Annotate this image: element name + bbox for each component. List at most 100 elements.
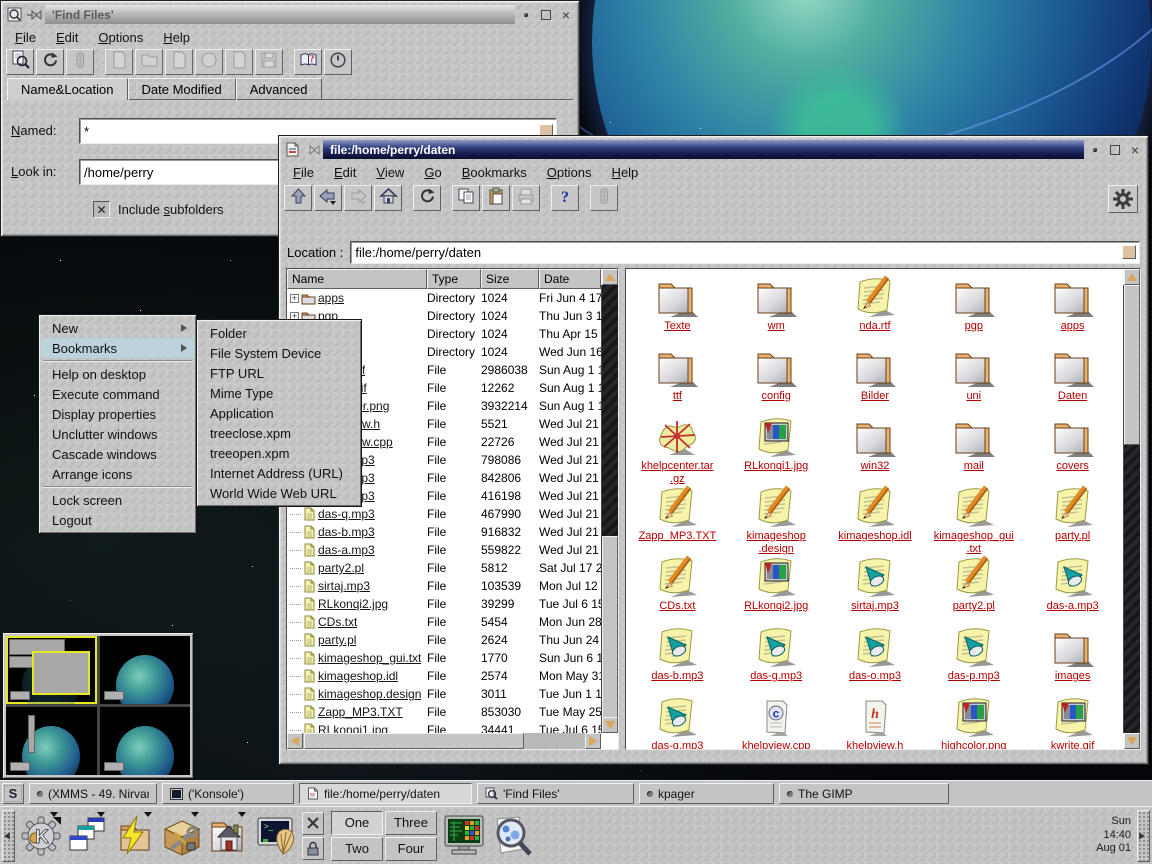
icon-cell[interactable]: kimageshop.idl [826, 483, 925, 553]
column-header-type[interactable]: Type [427, 269, 481, 289]
file-name-link[interactable]: das-a.mp3 [318, 543, 375, 557]
tree-scroll-thumb[interactable] [602, 536, 618, 733]
help-button[interactable]: ? [551, 185, 579, 211]
tab-date-modified[interactable]: Date Modified [128, 78, 236, 100]
icon-cell[interactable]: Zapp_MP3.TXT [628, 483, 727, 553]
table-row[interactable]: RLkonqi1.jpgFile34441Tue Jul 6 15: [287, 721, 601, 733]
utilities-button[interactable] [158, 811, 205, 861]
kpager-window[interactable] [2, 632, 194, 779]
taskbar-item[interactable]: kpager [639, 783, 774, 804]
icon-label[interactable]: wm [768, 320, 785, 333]
file-name-link[interactable]: RLkonqi1.jpg [318, 723, 388, 733]
context-menu-item-new[interactable]: New [41, 318, 194, 338]
table-row[interactable]: kimageshop.idlFile2574Mon May 31 1 [287, 667, 601, 685]
icon-cell[interactable]: party.pl [1023, 483, 1122, 553]
doc-button[interactable] [105, 49, 133, 75]
icons-vertical-scrollbar[interactable] [1123, 285, 1140, 733]
close-button[interactable]: × [1126, 141, 1144, 158]
doc2-button[interactable] [165, 49, 193, 75]
icon-label[interactable]: khelpview.h [847, 740, 904, 750]
menu-help[interactable]: Help [153, 28, 200, 47]
context-menu-item-bookmarks[interactable]: Bookmarks [41, 338, 194, 358]
table-row[interactable]: sirtaj.mp3File103539Mon Jul 12 16 [287, 577, 601, 595]
system-monitor-button[interactable] [441, 811, 488, 861]
icon-label[interactable]: party2.pl [953, 600, 995, 613]
maximize-button[interactable] [1106, 141, 1124, 158]
pager-desktop-2[interactable] [100, 636, 191, 704]
icon-cell[interactable]: covers [1023, 413, 1122, 483]
icon-label[interactable]: das-o.mp3 [849, 670, 901, 683]
file-name-link[interactable]: Zapp_MP3.TXT [318, 705, 403, 719]
icon-label[interactable]: Texte [664, 320, 690, 333]
icon-label[interactable]: config [762, 390, 791, 403]
table-row[interactable]: CDs.txtFile5454Mon Jun 28 2 [287, 613, 601, 631]
location-combo-button[interactable] [1122, 245, 1136, 259]
circle-button[interactable] [195, 49, 223, 75]
column-header-name[interactable]: Name [287, 269, 427, 289]
icon-cell[interactable]: win32 [826, 413, 925, 483]
info-button[interactable] [324, 49, 352, 75]
home-button[interactable] [205, 811, 252, 861]
find-file-button[interactable] [6, 49, 34, 75]
location-input[interactable] [351, 242, 1122, 263]
icon-label[interactable]: RLkonqi2.jpg [744, 600, 808, 613]
icon-cell[interactable]: ckhelpview.cpp [727, 693, 826, 750]
taskbar-start-button[interactable]: S [2, 783, 24, 804]
icon-label[interactable]: das-g.mp3 [750, 670, 802, 683]
icon-label[interactable]: images [1055, 670, 1090, 683]
icon-label[interactable]: RLkonqi1.jpg [744, 460, 808, 473]
icon-cell[interactable]: das-a.mp3 [1023, 553, 1122, 623]
icon-cell[interactable]: das-b.mp3 [628, 623, 727, 693]
icon-cell[interactable]: kwrite.gif [1023, 693, 1122, 750]
x-tool-button[interactable] [302, 812, 324, 835]
icon-label[interactable]: nda.rtf [859, 320, 890, 333]
taskbar-item[interactable]: file:/home/perry/daten [299, 783, 472, 804]
submenu-item-ftp-url[interactable]: FTP URL [199, 363, 359, 383]
panel-hide-handle-left[interactable] [2, 810, 15, 862]
expander-icon[interactable]: + [290, 294, 299, 303]
reload-button[interactable] [36, 49, 64, 75]
context-menu-item-cascade-windows[interactable]: Cascade windows [41, 444, 194, 464]
icon-cell[interactable]: Daten [1023, 343, 1122, 413]
file-name-link[interactable]: kimageshop.idl [318, 669, 398, 683]
find-files-titlebar[interactable]: 'Find Files' × [4, 4, 576, 25]
menu-options[interactable]: Options [88, 28, 153, 47]
table-row[interactable]: Zapp_MP3.TXTFile853030Tue May 25 0 [287, 703, 601, 721]
submenu-item-folder[interactable]: Folder [199, 323, 359, 343]
context-menu-item-unclutter-windows[interactable]: Unclutter windows [41, 424, 194, 444]
submenu-item-world-wide-web-url[interactable]: World Wide Web URL [199, 483, 359, 503]
folder-button[interactable] [135, 49, 163, 75]
icon-label[interactable]: Zapp_MP3.TXT [639, 530, 717, 543]
gear-icon[interactable] [1108, 185, 1138, 213]
help-book-button[interactable]: ? [294, 49, 322, 75]
icon-label[interactable]: khelpview.cpp [742, 740, 811, 750]
table-row[interactable]: RLkonqi2.jpgFile39299Tue Jul 6 15: [287, 595, 601, 613]
icon-cell[interactable]: Bilder [826, 343, 925, 413]
context-menu-item-display-properties[interactable]: Display properties [41, 404, 194, 424]
print-button[interactable] [512, 185, 540, 211]
icon-cell[interactable]: das-q.mp3 [628, 693, 727, 750]
file-name-link[interactable]: sirtaj.mp3 [318, 579, 370, 593]
tree-scroll-right-button[interactable] [585, 733, 601, 749]
file-name-link[interactable]: das-b.mp3 [318, 525, 375, 539]
icon-label[interactable]: party.pl [1055, 530, 1090, 543]
tree-vertical-scrollbar[interactable] [601, 285, 618, 733]
icon-label[interactable]: sirtaj.mp3 [851, 600, 899, 613]
icon-label[interactable]: Bilder [861, 390, 889, 403]
icon-label[interactable]: win32 [861, 460, 890, 473]
save-button[interactable] [255, 49, 283, 75]
menu-edit[interactable]: Edit [324, 163, 366, 182]
tab-advanced[interactable]: Advanced [236, 78, 322, 100]
icon-label[interactable]: uni [966, 390, 981, 403]
icon-cell[interactable]: hkhelpview.h [826, 693, 925, 750]
file-name-link[interactable]: apps [318, 291, 344, 305]
tab-name-location[interactable]: Name&Location [7, 78, 128, 100]
table-row[interactable]: das-q.mp3File467990Wed Jul 21 21 [287, 505, 601, 523]
icon-cell[interactable]: uni [924, 343, 1023, 413]
maximize-button[interactable] [537, 6, 555, 23]
page-button[interactable] [225, 49, 253, 75]
paste-button[interactable] [482, 185, 510, 211]
file-manager-window[interactable]: file:/home/perry/daten × FileEditViewGoB… [278, 135, 1149, 765]
taskbar-item[interactable]: The GIMP [779, 783, 949, 804]
icon-label[interactable]: apps [1061, 320, 1085, 333]
